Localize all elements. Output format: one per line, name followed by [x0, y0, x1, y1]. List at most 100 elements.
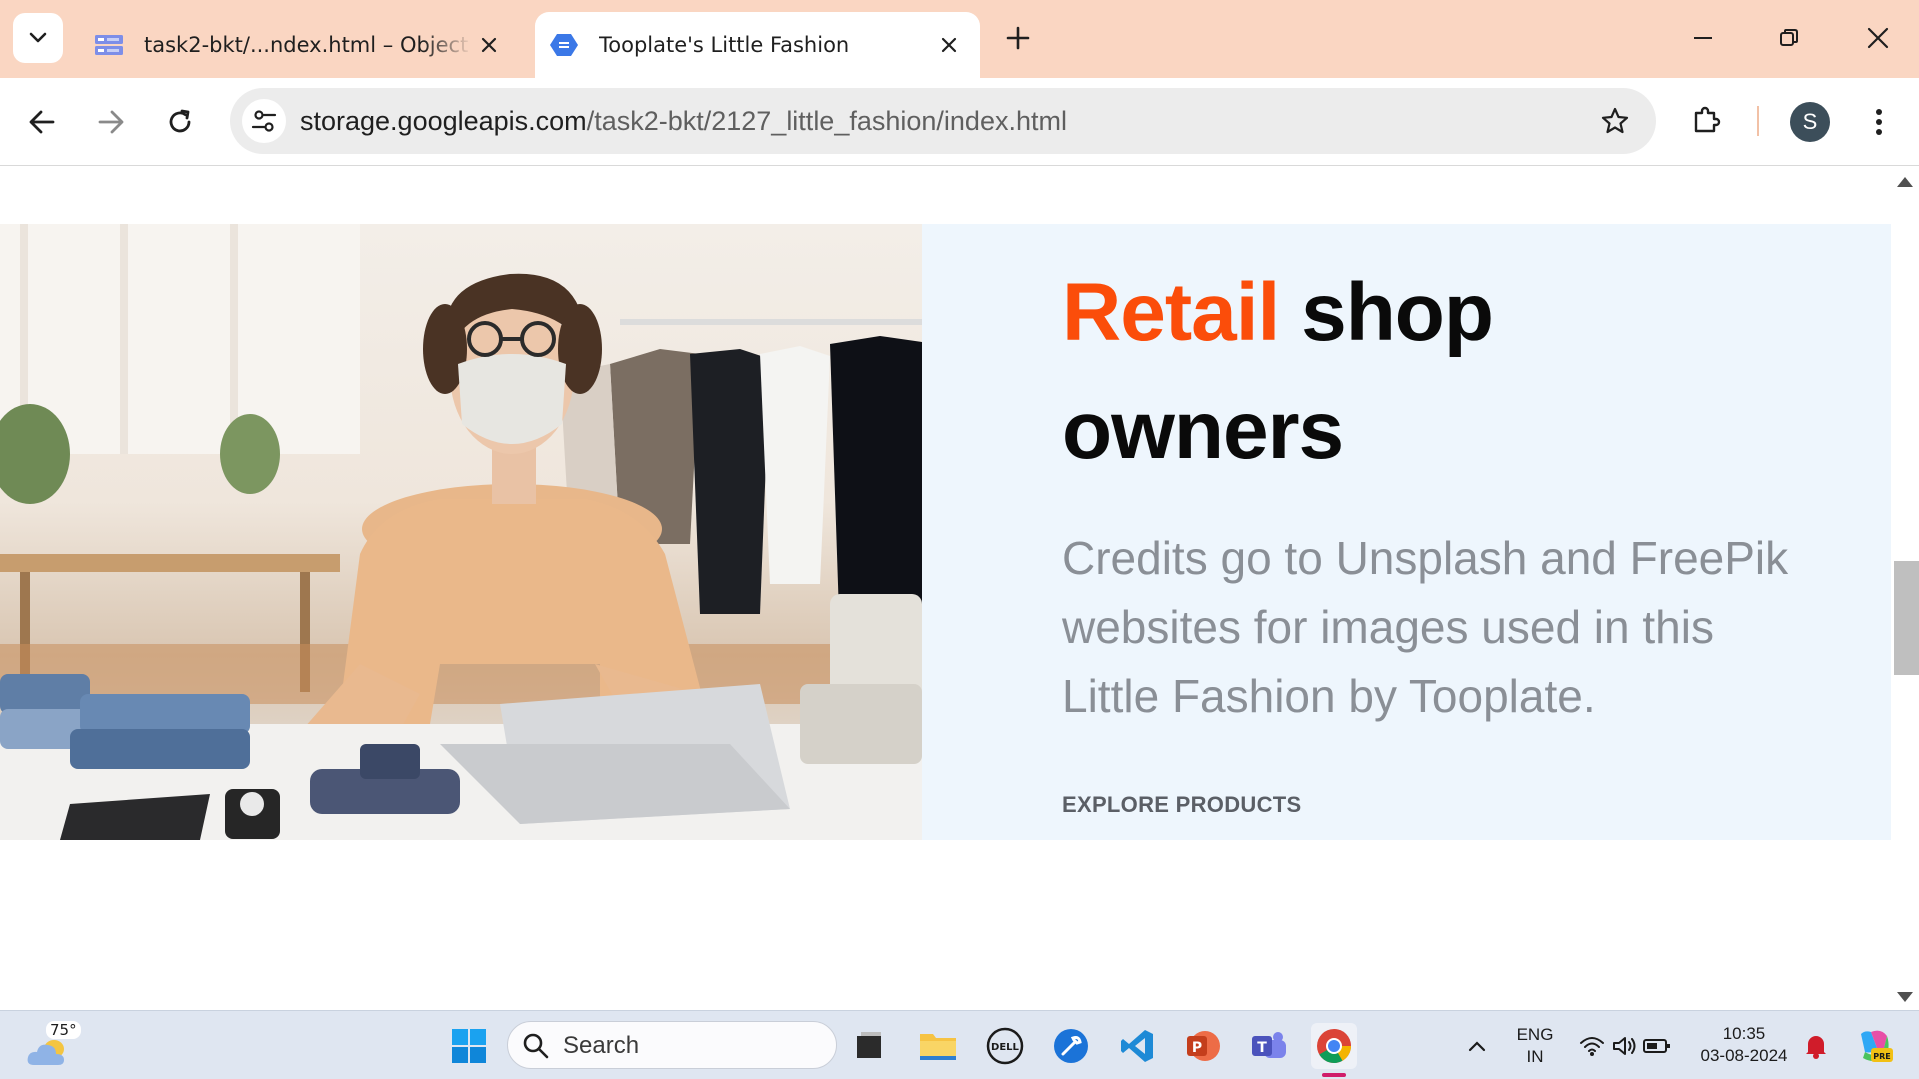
star-icon — [1601, 107, 1629, 134]
profile-avatar[interactable]: S — [1790, 102, 1830, 142]
folder-icon — [920, 1034, 956, 1060]
search-placeholder: Search — [563, 1032, 640, 1059]
puzzle-icon — [1694, 106, 1721, 133]
close-icon — [941, 37, 957, 53]
chrome-button[interactable] — [1311, 1023, 1357, 1069]
toolbar-divider — [1757, 106, 1759, 136]
powerpoint-button[interactable]: P — [1180, 1023, 1226, 1069]
clock-date: 03-08-2024 — [1700, 1046, 1788, 1065]
browser-menu-button[interactable] — [1862, 100, 1896, 144]
browser-toolbar: storage.googleapis.com/task2-bkt/2127_li… — [0, 78, 1919, 166]
scroll-down-arrow-icon[interactable] — [1897, 992, 1913, 1002]
powerpoint-icon: P — [1187, 1031, 1220, 1061]
tune-icon — [251, 110, 277, 132]
close-icon — [1867, 27, 1889, 49]
notifications-button[interactable] — [1796, 1023, 1836, 1069]
dell-app-button[interactable]: DELL — [982, 1023, 1028, 1069]
vscode-icon — [1121, 1030, 1153, 1062]
volume-icon — [1613, 1037, 1636, 1055]
close-icon — [481, 37, 497, 53]
tab-object-details[interactable]: task2-bkt/...ndex.html – Object de — [80, 12, 520, 78]
restore-button[interactable] — [1766, 18, 1812, 58]
windows-start-icon — [452, 1029, 486, 1063]
task-view-icon — [857, 1032, 881, 1058]
plus-icon — [1006, 26, 1030, 50]
section-heading: Retail shop owners — [1062, 254, 1762, 490]
reload-button[interactable] — [158, 100, 202, 144]
vscode-button[interactable] — [1114, 1023, 1160, 1069]
copilot-icon: PRE — [1861, 1030, 1893, 1062]
back-button[interactable] — [20, 100, 64, 144]
weather-temp: 75° — [46, 1021, 81, 1039]
chevron-down-icon — [29, 32, 47, 43]
active-app-indicator — [1322, 1073, 1346, 1077]
scroll-thumb[interactable] — [1894, 561, 1919, 675]
taskbar-search-box[interactable]: Search — [507, 1021, 837, 1069]
dell-icon: DELL — [986, 1027, 1024, 1065]
region-code: IN — [1526, 1047, 1544, 1066]
language-code: ENG — [1516, 1025, 1554, 1044]
system-tray-quick-settings[interactable] — [1570, 1023, 1680, 1069]
search-icon — [523, 1033, 549, 1059]
chevron-up-icon — [1468, 1041, 1486, 1052]
shop-owner-illustration — [0, 224, 922, 840]
restore-icon — [1780, 29, 1798, 46]
page-scrollbar[interactable] — [1891, 167, 1919, 1010]
retail-info-panel: Retail shop owners Credits go to Unsplas… — [922, 224, 1891, 840]
url-host: storage.googleapis.com — [300, 106, 587, 136]
svg-text:T: T — [1257, 1040, 1267, 1056]
heading-accent: Retail — [1062, 267, 1280, 358]
teams-icon: T — [1252, 1032, 1286, 1058]
url-path: /task2-bkt/2127_little_fashion/index.htm… — [586, 106, 1067, 136]
site-info-button[interactable] — [242, 99, 286, 143]
svg-text:PRE: PRE — [1873, 1052, 1891, 1061]
tab-close-button[interactable] — [472, 28, 506, 62]
tab-close-button[interactable] — [932, 28, 966, 62]
start-button[interactable] — [446, 1023, 492, 1069]
windows-taskbar: 75° Search DELL P T ENG IN 10:35 03-08-2… — [0, 1010, 1919, 1079]
tab-little-fashion[interactable]: Tooplate's Little Fashion — [535, 12, 980, 78]
extensions-button[interactable] — [1685, 98, 1729, 142]
retail-shop-photo — [0, 224, 922, 840]
site-favicon-icon — [550, 34, 578, 56]
tab-search-button[interactable] — [13, 13, 63, 63]
more-vert-icon — [1876, 109, 1882, 135]
page-viewport: Retail shop owners Credits go to Unsplas… — [0, 167, 1891, 1010]
reload-icon — [169, 109, 191, 133]
chrome-icon — [1317, 1029, 1351, 1063]
battery-icon — [1643, 1039, 1670, 1053]
storage-bucket-icon — [95, 35, 123, 55]
support-assist-button[interactable] — [1048, 1023, 1094, 1069]
close-window-button[interactable] — [1855, 18, 1901, 58]
tab-title: Tooplate's Little Fashion — [599, 33, 850, 57]
minimize-icon — [1694, 37, 1712, 39]
bell-icon — [1806, 1036, 1826, 1059]
tab-strip: task2-bkt/...ndex.html – Object de Toopl… — [0, 0, 1919, 78]
address-bar[interactable]: storage.googleapis.com/task2-bkt/2127_li… — [230, 88, 1656, 154]
explore-products-link[interactable]: EXPLORE PRODUCTS — [1062, 792, 1302, 818]
language-indicator[interactable]: ENG IN — [1505, 1024, 1565, 1068]
tab-title: task2-bkt/...ndex.html – Object de — [144, 33, 472, 57]
clock[interactable]: 10:35 03-08-2024 — [1694, 1023, 1794, 1067]
wifi-icon — [1580, 1037, 1604, 1056]
bookmark-button[interactable] — [1596, 102, 1634, 140]
copilot-button[interactable]: PRE — [1850, 1023, 1898, 1069]
new-tab-button[interactable] — [1000, 18, 1036, 58]
file-explorer-button[interactable] — [915, 1023, 961, 1069]
section-description: Credits go to Unsplash and FreePik websi… — [1062, 532, 1789, 722]
teams-button[interactable]: T — [1246, 1023, 1292, 1069]
forward-button[interactable] — [89, 100, 133, 144]
support-assist-icon — [1054, 1029, 1088, 1063]
scroll-up-arrow-icon[interactable] — [1897, 177, 1913, 187]
cloud-icon — [27, 1040, 65, 1065]
arrow-right-icon — [98, 110, 124, 134]
minimize-button[interactable] — [1680, 18, 1726, 58]
svg-text:P: P — [1192, 1040, 1202, 1056]
show-hidden-icons-button[interactable] — [1455, 1023, 1499, 1069]
svg-text:DELL: DELL — [991, 1042, 1020, 1053]
arrow-left-icon — [29, 110, 55, 134]
weather-widget[interactable]: 75° — [24, 1021, 84, 1071]
url-text[interactable]: storage.googleapis.com/task2-bkt/2127_li… — [300, 106, 1067, 137]
clock-time: 10:35 — [1722, 1024, 1766, 1043]
task-view-button[interactable] — [846, 1023, 892, 1069]
